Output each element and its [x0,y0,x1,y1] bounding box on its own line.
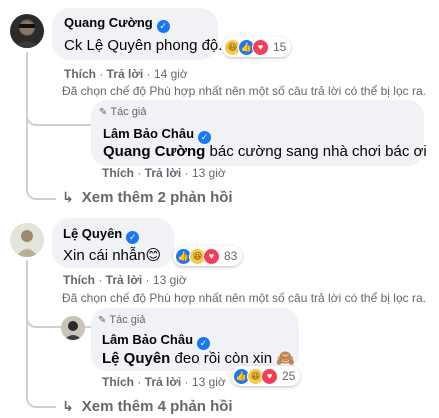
author-tag: ✎ Tác giả [98,314,146,326]
reaction-count: 83 [224,249,238,263]
comment-time[interactable]: 13 giờ [153,273,187,287]
reply-author[interactable]: Lâm Bảo Châu ✓ [103,126,212,144]
reply-link[interactable]: Trả lời [145,375,182,389]
like-link[interactable]: Thích [102,375,134,389]
avatar-lam-bao-chau[interactable] [61,316,85,340]
avatar-image [10,223,44,257]
thread-connector [26,132,56,200]
reply-time[interactable]: 13 giờ [192,375,226,389]
reply-text: Quang Cường bác cường sang nhà chơi bác … [103,143,427,160]
love-reaction-icon: ♥ [203,247,220,265]
comment-author[interactable]: Quang Cường ✓ [64,15,170,33]
filter-note: Đã chọn chế độ Phù hợp nhất nên một số c… [62,84,426,98]
reaction-count: 25 [282,369,296,383]
reaction-summary[interactable]: 😆 👍 ♥ 15 [222,37,292,57]
comment-time[interactable]: 14 giờ [154,67,188,81]
reaction-summary[interactable]: 👍 😆 ♥ 25 [231,366,301,386]
avatar-image [61,316,85,340]
reply-author[interactable]: Lâm Bảo Châu ✓ [102,332,211,350]
reply-actions: Thích · Trả lời · 13 giờ [102,375,226,389]
reply-link[interactable]: Trả lời [145,166,182,180]
comment-author[interactable]: Lệ Quyên ✓ [63,226,140,244]
reply-actions: Thích · Trả lời · 13 giờ [102,166,226,180]
pen-icon: ✎ [99,107,108,118]
pen-icon: ✎ [98,315,107,326]
verified-badge-icon: ✓ [156,20,170,33]
reply-arrow-icon: ↳ [62,398,74,414]
reply-time[interactable]: 13 giờ [192,166,226,180]
reply-link[interactable]: Trả lời [107,67,144,81]
reaction-count: 15 [273,40,287,54]
like-link[interactable]: Thích [63,273,95,287]
like-link[interactable]: Thích [64,67,96,81]
love-reaction-icon: ♥ [261,367,278,385]
avatar-image [14,21,40,48]
view-more-replies[interactable]: ↳ Xem thêm 4 phản hồi [62,398,233,415]
love-reaction-icon: ♥ [252,38,269,56]
comment-text: Xin cái nhẫn😊 [63,247,162,264]
view-more-replies[interactable]: ↳ Xem thêm 2 phản hồi [62,189,233,206]
thread-connector [26,330,56,408]
comment-actions: Thích · Trả lời · 13 giờ [63,273,187,287]
avatar-quang-cuong[interactable] [10,14,44,48]
avatar-le-quyen[interactable] [10,223,44,257]
reaction-summary[interactable]: 👍 😆 ♥ 83 [173,246,243,266]
reply-arrow-icon: ↳ [62,189,74,205]
filter-note: Đã chọn chế độ Phù hợp nhất nên một số c… [62,291,426,305]
comment-actions: Thích · Trả lời · 14 giờ [64,67,188,81]
verified-badge-icon: ✓ [126,231,140,244]
comment-text: Ck Lệ Quyên phong độ. [64,37,223,54]
like-link[interactable]: Thích [102,166,134,180]
mention-link[interactable]: Quang Cường [103,143,205,160]
thread-connector [26,116,98,126]
mention-link[interactable]: Lệ Quyên [102,350,170,367]
reply-link[interactable]: Trả lời [106,273,143,287]
reply-text: Lệ Quyên đeo rồi còn xin 🙈 [102,350,295,367]
author-tag: ✎ Tác giả [99,106,147,118]
